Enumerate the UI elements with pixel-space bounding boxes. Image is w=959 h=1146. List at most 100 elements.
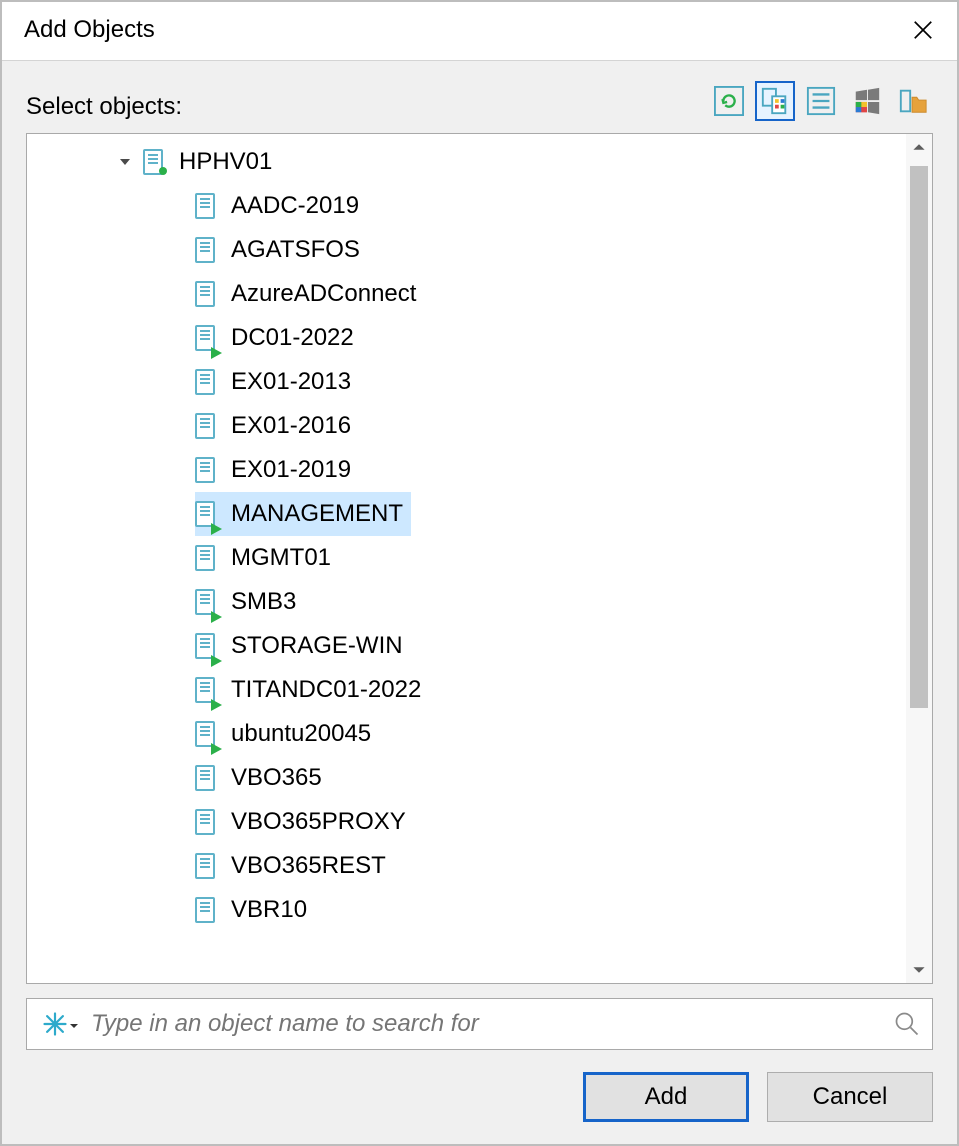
tree-scroll-area[interactable]: HPHV01 AADC-2019 AGATSFOS AzureADConnect DC0…	[27, 134, 906, 983]
vm-icon	[195, 897, 215, 923]
vm-icon	[195, 369, 215, 395]
refresh-button[interactable]	[709, 81, 749, 121]
close-button[interactable]	[907, 14, 939, 46]
vm-icon	[195, 809, 215, 835]
running-indicator-icon	[209, 339, 223, 353]
vm-icon	[195, 677, 215, 703]
vm-label: SMB3	[231, 588, 296, 616]
vm-icon	[195, 281, 215, 307]
search-bar	[26, 998, 933, 1050]
list-view-button[interactable]	[801, 81, 841, 121]
search-input[interactable]	[83, 999, 882, 1049]
vm-label: TITANDC01-2022	[231, 676, 421, 704]
infrastructure-view-icon	[760, 86, 790, 116]
tags-view-button[interactable]	[847, 81, 887, 121]
refresh-icon	[714, 86, 744, 116]
vm-label: EX01-2013	[231, 368, 351, 396]
tree-vm-node[interactable]: DC01-2022	[27, 316, 906, 360]
expand-toggle[interactable]	[117, 154, 133, 170]
vm-label: VBO365PROXY	[231, 808, 406, 836]
chevron-up-icon	[912, 140, 926, 154]
scroll-track[interactable]	[906, 160, 932, 957]
tree-vm-node[interactable]: VBO365	[27, 756, 906, 800]
add-button[interactable]: Add	[583, 1072, 749, 1122]
cancel-button[interactable]: Cancel	[767, 1072, 933, 1122]
windows-tags-icon	[852, 86, 882, 116]
dialog-titlebar: Add Objects	[2, 2, 957, 61]
tree-vm-node[interactable]: EX01-2019	[27, 448, 906, 492]
tree-vm-node[interactable]: VBR10	[27, 888, 906, 932]
tree-vm-node[interactable]: MANAGEMENT	[27, 492, 906, 536]
vm-icon	[195, 765, 215, 791]
tree-vm-node[interactable]: AADC-2019	[27, 184, 906, 228]
scroll-thumb[interactable]	[910, 166, 928, 708]
tree-vm-node[interactable]: SMB3	[27, 580, 906, 624]
vm-icon	[195, 633, 215, 659]
vm-icon	[195, 457, 215, 483]
host-label: HPHV01	[179, 148, 272, 176]
host-icon	[143, 149, 163, 175]
vm-icon	[195, 545, 215, 571]
chevron-down-icon	[912, 963, 926, 977]
vm-label: EX01-2016	[231, 412, 351, 440]
vm-label: STORAGE-WIN	[231, 632, 403, 660]
search-type-filter[interactable]	[27, 999, 83, 1049]
running-indicator-icon	[209, 647, 223, 661]
tree-vm-node[interactable]: AGATSFOS	[27, 228, 906, 272]
running-indicator-icon	[209, 735, 223, 749]
status-dot-icon	[159, 167, 167, 175]
tree-vm-node[interactable]: EX01-2013	[27, 360, 906, 404]
search-button[interactable]	[882, 999, 932, 1049]
vm-label: MANAGEMENT	[231, 500, 403, 528]
dialog-content: Select objects:	[2, 61, 957, 1144]
dropdown-caret-icon	[69, 1010, 79, 1038]
tree-vm-node[interactable]: ubuntu20045	[27, 712, 906, 756]
add-button-label: Add	[645, 1083, 688, 1111]
tree-vm-node[interactable]: VBO365PROXY	[27, 800, 906, 844]
view-toolbar	[709, 81, 933, 121]
toolbar-row: Select objects:	[26, 81, 933, 121]
search-icon	[893, 1010, 921, 1038]
folder-icon	[898, 86, 928, 116]
vm-label: EX01-2019	[231, 456, 351, 484]
vm-icon	[195, 193, 215, 219]
vm-icon	[195, 853, 215, 879]
tree-vm-node[interactable]: VBO365REST	[27, 844, 906, 888]
close-icon	[912, 19, 934, 41]
scroll-up-button[interactable]	[906, 134, 932, 160]
vm-label: ubuntu20045	[231, 720, 371, 748]
vm-label: VBO365REST	[231, 852, 386, 880]
object-tree: HPHV01 AADC-2019 AGATSFOS AzureADConnect DC0…	[26, 133, 933, 984]
vm-label: VBR10	[231, 896, 307, 924]
vm-label: AzureADConnect	[231, 280, 416, 308]
list-view-icon	[806, 86, 836, 116]
cancel-button-label: Cancel	[813, 1083, 888, 1111]
infrastructure-view-button[interactable]	[755, 81, 795, 121]
vm-label: DC01-2022	[231, 324, 354, 352]
dialog-title: Add Objects	[24, 16, 155, 44]
running-indicator-icon	[209, 515, 223, 529]
everything-icon	[41, 1010, 69, 1038]
tree-vm-node[interactable]: STORAGE-WIN	[27, 624, 906, 668]
vm-label: AADC-2019	[231, 192, 359, 220]
running-indicator-icon	[209, 691, 223, 705]
select-objects-label: Select objects:	[26, 93, 182, 121]
vm-label: MGMT01	[231, 544, 331, 572]
dialog-buttons: Add Cancel	[26, 1050, 933, 1144]
vm-label: AGATSFOS	[231, 236, 360, 264]
vm-icon	[195, 721, 215, 747]
vm-label: VBO365	[231, 764, 322, 792]
tree-vm-node[interactable]: MGMT01	[27, 536, 906, 580]
vertical-scrollbar[interactable]	[906, 134, 932, 983]
tree-vm-node[interactable]: TITANDC01-2022	[27, 668, 906, 712]
running-indicator-icon	[209, 603, 223, 617]
tree-vm-node[interactable]: AzureADConnect	[27, 272, 906, 316]
chevron-down-icon	[118, 155, 132, 169]
vm-icon	[195, 501, 215, 527]
vm-icon	[195, 237, 215, 263]
vm-icon	[195, 413, 215, 439]
tree-host-node[interactable]: HPHV01	[27, 140, 906, 184]
tree-vm-node[interactable]: EX01-2016	[27, 404, 906, 448]
folder-view-button[interactable]	[893, 81, 933, 121]
scroll-down-button[interactable]	[906, 957, 932, 983]
